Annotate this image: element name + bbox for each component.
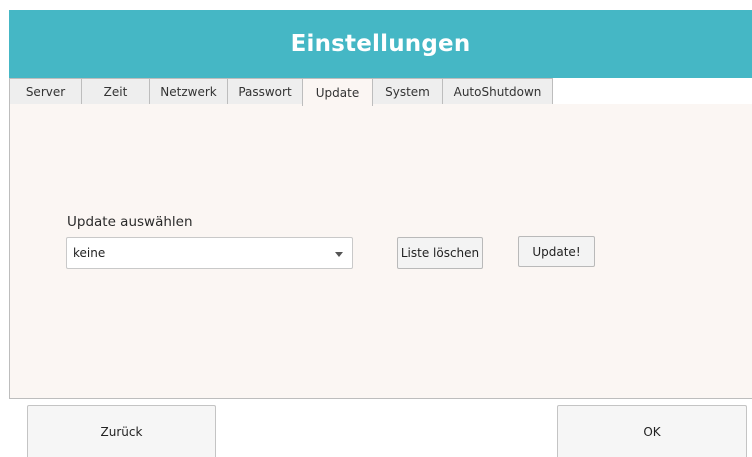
chevron-down-icon — [335, 252, 343, 257]
update-select-label: Update auswählen — [67, 214, 193, 230]
clear-list-button[interactable]: Liste löschen — [397, 237, 483, 269]
settings-header: Einstellungen — [9, 10, 752, 78]
tab-netzwerk[interactable]: Netzwerk — [149, 78, 228, 105]
update-panel: Update auswählen keine Liste löschen Upd… — [9, 104, 752, 399]
tab-zeit[interactable]: Zeit — [81, 78, 150, 105]
tab-update[interactable]: Update — [302, 78, 373, 106]
tab-passwort[interactable]: Passwort — [227, 78, 303, 105]
tab-server[interactable]: Server — [9, 78, 82, 105]
tab-autoshutdown[interactable]: AutoShutdown — [442, 78, 553, 105]
ok-button[interactable]: OK — [557, 405, 747, 457]
page-title: Einstellungen — [290, 31, 471, 57]
update-select[interactable]: keine — [66, 237, 353, 269]
update-button[interactable]: Update! — [518, 236, 595, 267]
tab-bar: Server Zeit Netzwerk Passwort Update Sys… — [9, 78, 752, 106]
update-select-value: keine — [73, 246, 106, 260]
back-button[interactable]: Zurück — [27, 405, 216, 457]
tab-system[interactable]: System — [372, 78, 443, 105]
